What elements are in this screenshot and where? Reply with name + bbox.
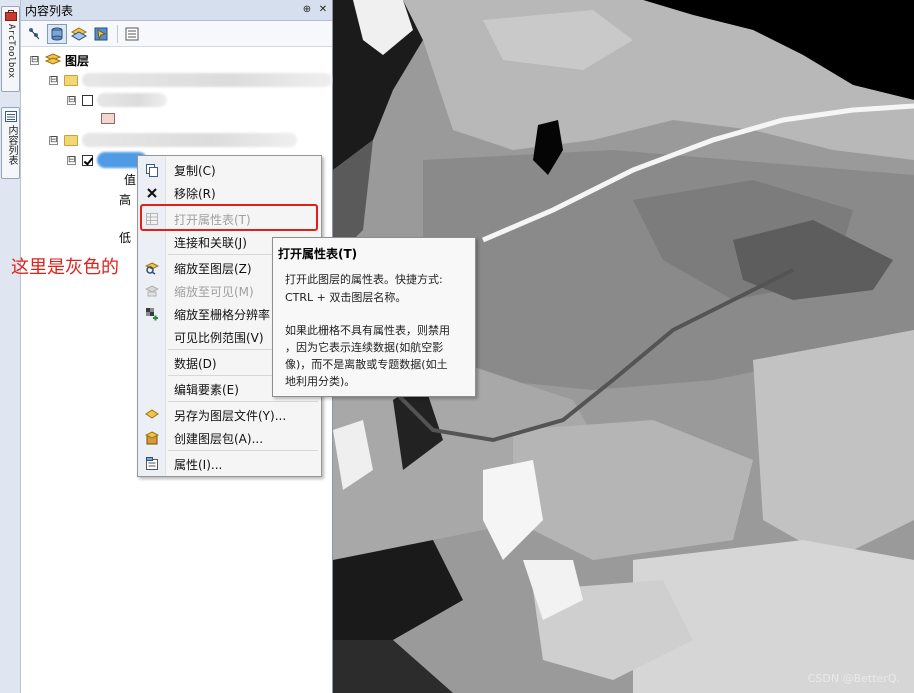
list-by-drawing-order-icon[interactable] xyxy=(25,24,45,44)
tooltip-title: 打开属性表(T) xyxy=(278,247,358,261)
pin-icon[interactable]: ⊕ xyxy=(300,3,314,17)
menu-item-copy[interactable]: 复制(C) xyxy=(138,159,321,181)
tooltip-line: 地利用分类)。 xyxy=(285,375,356,388)
save-layer-file-icon xyxy=(145,409,159,419)
folder-icon xyxy=(64,134,78,146)
tree-group-2[interactable]: ⊟ xyxy=(49,131,297,149)
tree-layer-1[interactable]: ⊟ xyxy=(67,91,167,109)
redacted-layer-name xyxy=(82,133,297,147)
toc-tab[interactable]: 内容列表 xyxy=(1,107,20,179)
toolbox-icon xyxy=(5,10,17,21)
collapse-expander[interactable]: ⊟ xyxy=(49,135,58,145)
annotation-label: 这里是灰色的 xyxy=(11,257,119,278)
menu-item-label: 缩放至栅格分辨率 xyxy=(174,307,271,322)
menu-item-label: 另存为图层文件(Y)... xyxy=(174,408,287,423)
collapse-expander[interactable]: ⊟ xyxy=(67,155,76,165)
menu-item-properties[interactable]: 属性(I)... xyxy=(138,453,321,475)
collapse-expander[interactable]: ⊟ xyxy=(67,95,76,105)
tree-layer-selected[interactable]: ⊟ xyxy=(67,151,147,169)
menu-item-create-layer-package[interactable]: 创建图层包(A)... xyxy=(138,427,321,449)
menu-item-label: 复制(C) xyxy=(174,163,216,178)
menu-item-label: 编辑要素(E) xyxy=(174,382,239,397)
menu-item-remove[interactable]: 移除(R) xyxy=(138,182,321,204)
options-icon[interactable] xyxy=(122,24,142,44)
list-by-visibility-icon[interactable] xyxy=(69,24,89,44)
tooltip-line: 打开此图层的属性表。快捷方式: xyxy=(285,273,443,286)
zoom-to-visible-icon xyxy=(145,285,159,297)
tooltip-line: CTRL + 双击图层名称。 xyxy=(285,291,407,304)
remove-icon xyxy=(147,188,157,198)
tree-group-1[interactable]: ⊟ xyxy=(49,71,332,89)
disabled-item-highlight xyxy=(140,204,318,231)
list-by-selection-icon[interactable] xyxy=(91,24,111,44)
legend-low-label: 低 xyxy=(119,231,132,245)
redacted-layer-name xyxy=(97,93,167,107)
tooltip: 打开属性表(T) 打开此图层的属性表。快捷方式: CTRL + 双击图层名称。 … xyxy=(272,237,476,397)
folder-icon xyxy=(64,74,78,86)
collapse-expander[interactable]: ⊟ xyxy=(30,55,39,65)
tree-root-layers[interactable]: ⊟ 图层 xyxy=(30,51,89,69)
watermark-text: CSDN @BetterQ. xyxy=(807,672,900,685)
copy-icon xyxy=(146,164,158,177)
zoom-to-layer-icon xyxy=(145,262,159,275)
menu-item-label: 连接和关联(J) xyxy=(174,235,247,250)
close-icon[interactable]: ✕ xyxy=(316,3,330,17)
toolbar-separator xyxy=(117,24,118,43)
legend-high-label: 高 xyxy=(119,193,132,207)
menu-item-label: 缩放至可见(M) xyxy=(174,284,254,299)
menu-item-label: 创建图层包(A)... xyxy=(174,431,264,446)
tooltip-line: 如果此栅格不具有属性表，则禁用 xyxy=(285,324,450,337)
legend-value-label: 值 xyxy=(124,173,137,187)
create-layer-package-icon xyxy=(145,431,159,445)
toc-titlebar: 内容列表 ⊕ ✕ xyxy=(21,0,332,21)
properties-icon xyxy=(146,457,158,470)
table-of-contents-icon xyxy=(5,111,17,122)
layers-icon xyxy=(45,53,61,65)
layer-visibility-checkbox[interactable] xyxy=(82,154,93,166)
collapse-expander[interactable]: ⊟ xyxy=(49,75,58,85)
menu-item-label: 可见比例范围(V) xyxy=(174,330,264,345)
list-by-source-icon[interactable] xyxy=(47,23,67,44)
dock-strip: ArcToolbox 内容列表 xyxy=(0,0,21,693)
arctoolbox-tab[interactable]: ArcToolbox xyxy=(1,6,20,92)
menu-item-label: 缩放至图层(Z) xyxy=(174,261,252,276)
toc-toolbar xyxy=(21,21,332,47)
layer-visibility-checkbox[interactable] xyxy=(82,94,93,106)
redacted-layer-name xyxy=(82,73,332,87)
menu-separator xyxy=(168,450,318,451)
menu-item-label: 属性(I)... xyxy=(174,457,223,472)
toc-title: 内容列表 xyxy=(25,3,74,18)
menu-item-label: 移除(R) xyxy=(174,186,216,201)
tooltip-line: ，因为它表示连续数据(如航空影 xyxy=(285,341,444,354)
menu-item-save-as-layer-file[interactable]: 另存为图层文件(Y)... xyxy=(138,404,321,426)
symbol-swatch xyxy=(101,113,115,124)
tooltip-line: 像)，而不是离散或专题数据(如土 xyxy=(285,358,448,371)
menu-separator xyxy=(168,401,318,402)
arctoolbox-tab-label: ArcToolbox xyxy=(6,24,16,79)
toc-tab-label: 内容列表 xyxy=(6,125,17,165)
menu-item-label: 数据(D) xyxy=(174,356,217,371)
tree-root-label: 图层 xyxy=(65,53,90,68)
zoom-raster-resolution-icon xyxy=(146,308,158,321)
